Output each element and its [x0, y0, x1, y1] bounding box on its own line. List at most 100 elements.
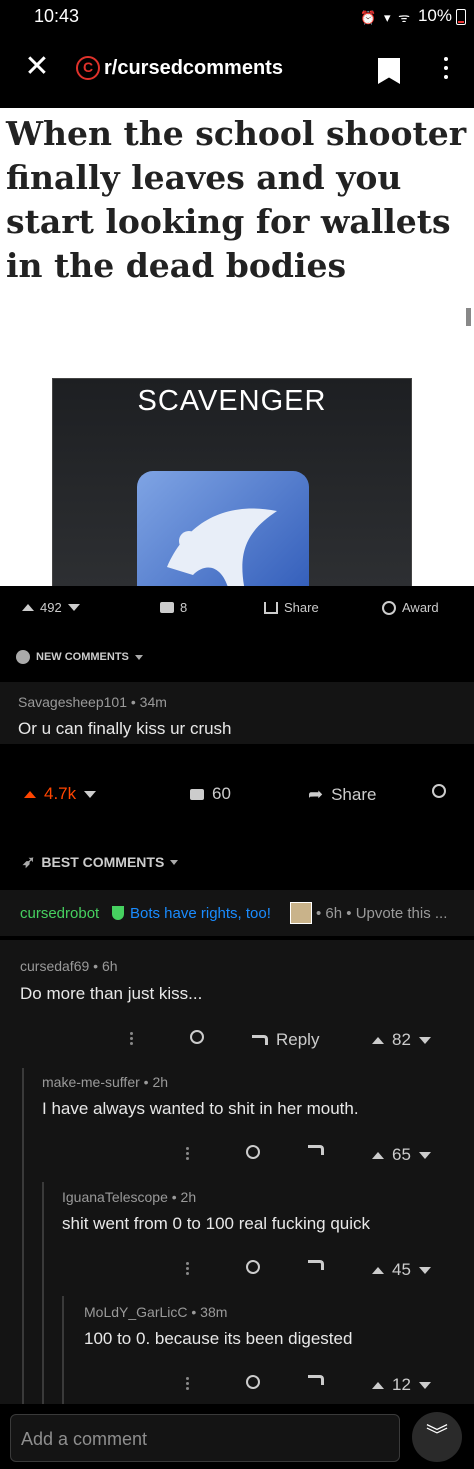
comment-author[interactable]: IguanaTelescope • 2h — [62, 1189, 196, 1205]
rocket-icon: ➶ — [22, 854, 36, 871]
status-icons: ⏰ ▾ ᯤ — [360, 10, 412, 25]
comment-vote-count: 12 — [392, 1375, 411, 1394]
chevron-down-icon — [170, 859, 179, 865]
award-icon[interactable] — [190, 1030, 204, 1044]
comment-actions: Reply 82 — [0, 1016, 474, 1066]
close-icon[interactable]: ✕ — [22, 52, 52, 82]
comment-body: I have always wanted to shit in her mout… — [42, 1099, 359, 1118]
more-options-icon[interactable] — [436, 54, 456, 84]
bot-comment-row[interactable]: cursedrobot Bots have rights, too! • 6h … — [0, 890, 474, 936]
add-comment-input[interactable]: Add a comment — [10, 1414, 400, 1462]
comment-body: shit went from 0 to 100 real fucking qui… — [62, 1214, 371, 1233]
post-image[interactable]: When the school shooter finally leaves a… — [0, 108, 474, 586]
post-comment-count: 8 — [180, 600, 188, 615]
reply-button[interactable]: Reply — [252, 1030, 319, 1050]
bot-flair: Bots have rights, too! — [130, 905, 271, 922]
comment-icon — [160, 602, 174, 613]
post-award-button[interactable]: Award — [382, 600, 439, 615]
reply-icon[interactable] — [308, 1145, 324, 1155]
post-share-button[interactable]: Share — [264, 600, 319, 615]
comment-vote-count: 45 — [392, 1260, 411, 1279]
subreddit-name[interactable]: r/cursedcomments — [104, 57, 283, 80]
comment-composer-bar: Add a comment ︾ — [0, 1404, 474, 1469]
reply-icon — [252, 1035, 268, 1045]
best-comments-header[interactable]: ➶ BEST COMMENTS — [0, 834, 474, 884]
vulture-emblem — [137, 471, 309, 586]
award-icon[interactable] — [246, 1260, 260, 1274]
comment-body: 100 to 0. because its been digested — [84, 1329, 353, 1348]
status-bar: 10:43 ⏰ ▾ ᯤ 10% — [0, 0, 474, 34]
comment-vote-group: 82 — [372, 1030, 431, 1050]
share-label: Share — [284, 600, 319, 615]
comment-author[interactable]: Savagesheep101 • 34m — [18, 694, 167, 710]
parent-share-label: Share — [331, 784, 377, 804]
post-comments-button[interactable]: 8 — [160, 600, 187, 615]
downvote-icon[interactable] — [418, 1266, 431, 1274]
parent-vote-count: 4.7k — [44, 784, 77, 803]
best-comments-label: BEST COMMENTS — [41, 854, 165, 870]
comment-author[interactable]: make-me-suffer • 2h — [42, 1074, 168, 1090]
downvote-icon[interactable] — [67, 604, 80, 611]
upvote-icon[interactable] — [372, 1151, 384, 1159]
more-options-icon[interactable] — [186, 1260, 190, 1277]
bot-username[interactable]: cursedrobot — [20, 905, 99, 922]
downvote-icon[interactable] — [418, 1036, 431, 1044]
bookmark-icon[interactable] — [378, 58, 400, 84]
reply-label: Reply — [276, 1030, 320, 1049]
thread-line[interactable] — [22, 1068, 24, 1404]
more-options-icon[interactable] — [130, 1030, 134, 1047]
post-action-bar: 492 8 Share Award — [0, 586, 474, 630]
subreddit-icon[interactable] — [76, 56, 100, 80]
parent-comment-count: 60 — [212, 784, 231, 803]
comment-vote-count: 65 — [392, 1145, 411, 1164]
scavenger-perk-card: SCAVENGER — [52, 378, 412, 586]
bot-meta: • 6h • Upvote this ... — [316, 905, 448, 922]
upvote-icon[interactable] — [24, 790, 36, 798]
award-label: Award — [402, 600, 439, 615]
downvote-icon[interactable] — [84, 790, 97, 798]
upvote-icon[interactable] — [372, 1381, 384, 1389]
downvote-icon[interactable] — [418, 1381, 431, 1389]
chevron-down-icon — [134, 654, 143, 660]
add-comment-placeholder: Add a comment — [21, 1429, 148, 1449]
more-options-icon[interactable] — [186, 1375, 190, 1392]
share-icon — [264, 601, 278, 614]
award-icon — [382, 600, 396, 615]
comment-actions: 45 — [0, 1246, 474, 1296]
comment-author[interactable]: cursedaf69 • 6h — [20, 958, 118, 974]
award-icon[interactable] — [246, 1375, 260, 1389]
reply-icon[interactable] — [308, 1260, 324, 1270]
upvote-icon[interactable] — [372, 1266, 384, 1274]
comment-body: Do more than just kiss... — [20, 984, 203, 1003]
new-comment-item[interactable]: Savagesheep101 • 34m Or u can finally ki… — [0, 682, 474, 744]
comment-author[interactable]: MoLdY_GarLicC • 38m — [84, 1304, 227, 1320]
comment-icon — [190, 788, 204, 800]
more-options-icon[interactable] — [186, 1145, 190, 1162]
award-icon[interactable] — [246, 1145, 260, 1159]
moderator-shield-icon — [112, 906, 124, 920]
battery-percent: 10% — [417, 6, 452, 25]
parent-action-bar: 4.7k 60 ➦ Share — [0, 770, 474, 826]
parent-share-button[interactable]: ➦ Share — [308, 784, 376, 805]
top-app-bar: ✕ r/cursedcomments — [0, 34, 474, 108]
reply-icon[interactable] — [308, 1375, 324, 1385]
scroll-indicator — [466, 308, 471, 326]
new-comments-label: NEW COMMENTS — [36, 651, 129, 663]
comment-body: Or u can finally kiss ur crush — [18, 719, 232, 738]
comment-vote-count: 82 — [392, 1030, 411, 1049]
parent-award-button[interactable] — [432, 784, 446, 798]
upvote-icon[interactable] — [22, 604, 34, 611]
new-comments-header[interactable]: NEW COMMENTS — [0, 630, 474, 682]
comment-vote-group: 65 — [372, 1145, 431, 1165]
flair-emoji-icon — [290, 902, 312, 924]
collapse-threads-button[interactable]: ︾ — [412, 1412, 462, 1462]
parent-comments-button[interactable]: 60 — [190, 784, 231, 804]
downvote-icon[interactable] — [418, 1151, 431, 1159]
upvote-icon[interactable] — [372, 1036, 384, 1044]
status-time: 10:43 — [34, 6, 80, 26]
double-chevron-down-icon: ︾ — [425, 1423, 448, 1448]
meme-caption: When the school shooter finally leaves a… — [6, 114, 467, 285]
share-arrow-icon: ➦ — [308, 784, 324, 804]
comment-vote-group: 12 — [372, 1375, 431, 1395]
comment-vote-group: 45 — [372, 1260, 431, 1280]
